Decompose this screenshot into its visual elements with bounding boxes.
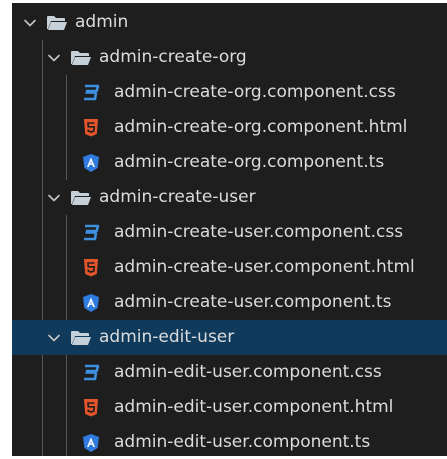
tree-item-label: admin-create-org [99,47,247,67]
tree-folder-admin-create-org[interactable]: admin-create-org [12,40,447,75]
file-tree: admin admin-create-org admin-create-org.co… [12,3,447,456]
tree-file-admin-create-user.component.css[interactable]: admin-create-user.component.css [12,215,447,250]
tree-item-label: admin-create-user.component.html [114,257,415,277]
angular-ts-file-icon [82,293,100,313]
chevron-down-icon[interactable] [22,15,38,31]
html-file-icon [82,398,100,418]
chevron-down-icon[interactable] [46,50,62,66]
html-file-icon [82,258,100,278]
chevron-down-icon[interactable] [46,190,62,206]
tree-item-label: admin-edit-user.component.css [114,362,382,382]
tree-file-admin-create-user.component.ts[interactable]: admin-create-user.component.ts [12,285,447,320]
css-file-icon [82,223,100,243]
tree-item-label: admin-edit-user.component.ts [114,432,371,452]
tree-folder-admin-edit-user[interactable]: admin-edit-user [12,320,447,355]
tree-item-label: admin-create-org.component.css [114,82,396,102]
tree-file-admin-create-org.component.css[interactable]: admin-create-org.component.css [12,75,447,110]
angular-ts-file-icon [82,433,100,453]
folder-open-icon [70,189,92,207]
tree-item-label: admin-create-org.component.ts [114,152,385,172]
chevron-down-icon[interactable] [46,330,62,346]
tree-item-label: admin-edit-user [99,327,235,347]
folder-open-icon [70,329,92,347]
tree-item-label: admin-edit-user.component.html [114,397,394,417]
tree-file-admin-edit-user.component.css[interactable]: admin-edit-user.component.css [12,355,447,390]
html-file-icon [82,118,100,138]
angular-ts-file-icon [82,153,100,173]
tree-item-label: admin-create-org.component.html [114,117,408,137]
folder-open-icon [46,14,68,32]
tree-item-label: admin [75,12,129,32]
tree-folder-admin[interactable]: admin [12,5,447,40]
tree-item-label: admin-create-user.component.ts [114,292,392,312]
tree-item-label: admin-create-user [99,187,256,207]
tree-folder-admin-create-user[interactable]: admin-create-user [12,180,447,215]
css-file-icon [82,363,100,383]
tree-file-admin-create-org.component.ts[interactable]: admin-create-org.component.ts [12,145,447,180]
tree-file-admin-create-user.component.html[interactable]: admin-create-user.component.html [12,250,447,285]
tree-file-admin-edit-user.component.html[interactable]: admin-edit-user.component.html [12,390,447,425]
file-explorer: admin admin-create-org admin-create-org.co… [0,0,447,459]
tree-item-label: admin-create-user.component.css [114,222,404,242]
tree-file-admin-create-org.component.html[interactable]: admin-create-org.component.html [12,110,447,145]
css-file-icon [82,83,100,103]
folder-open-icon [70,49,92,67]
tree-file-admin-edit-user.component.ts[interactable]: admin-edit-user.component.ts [12,425,447,456]
